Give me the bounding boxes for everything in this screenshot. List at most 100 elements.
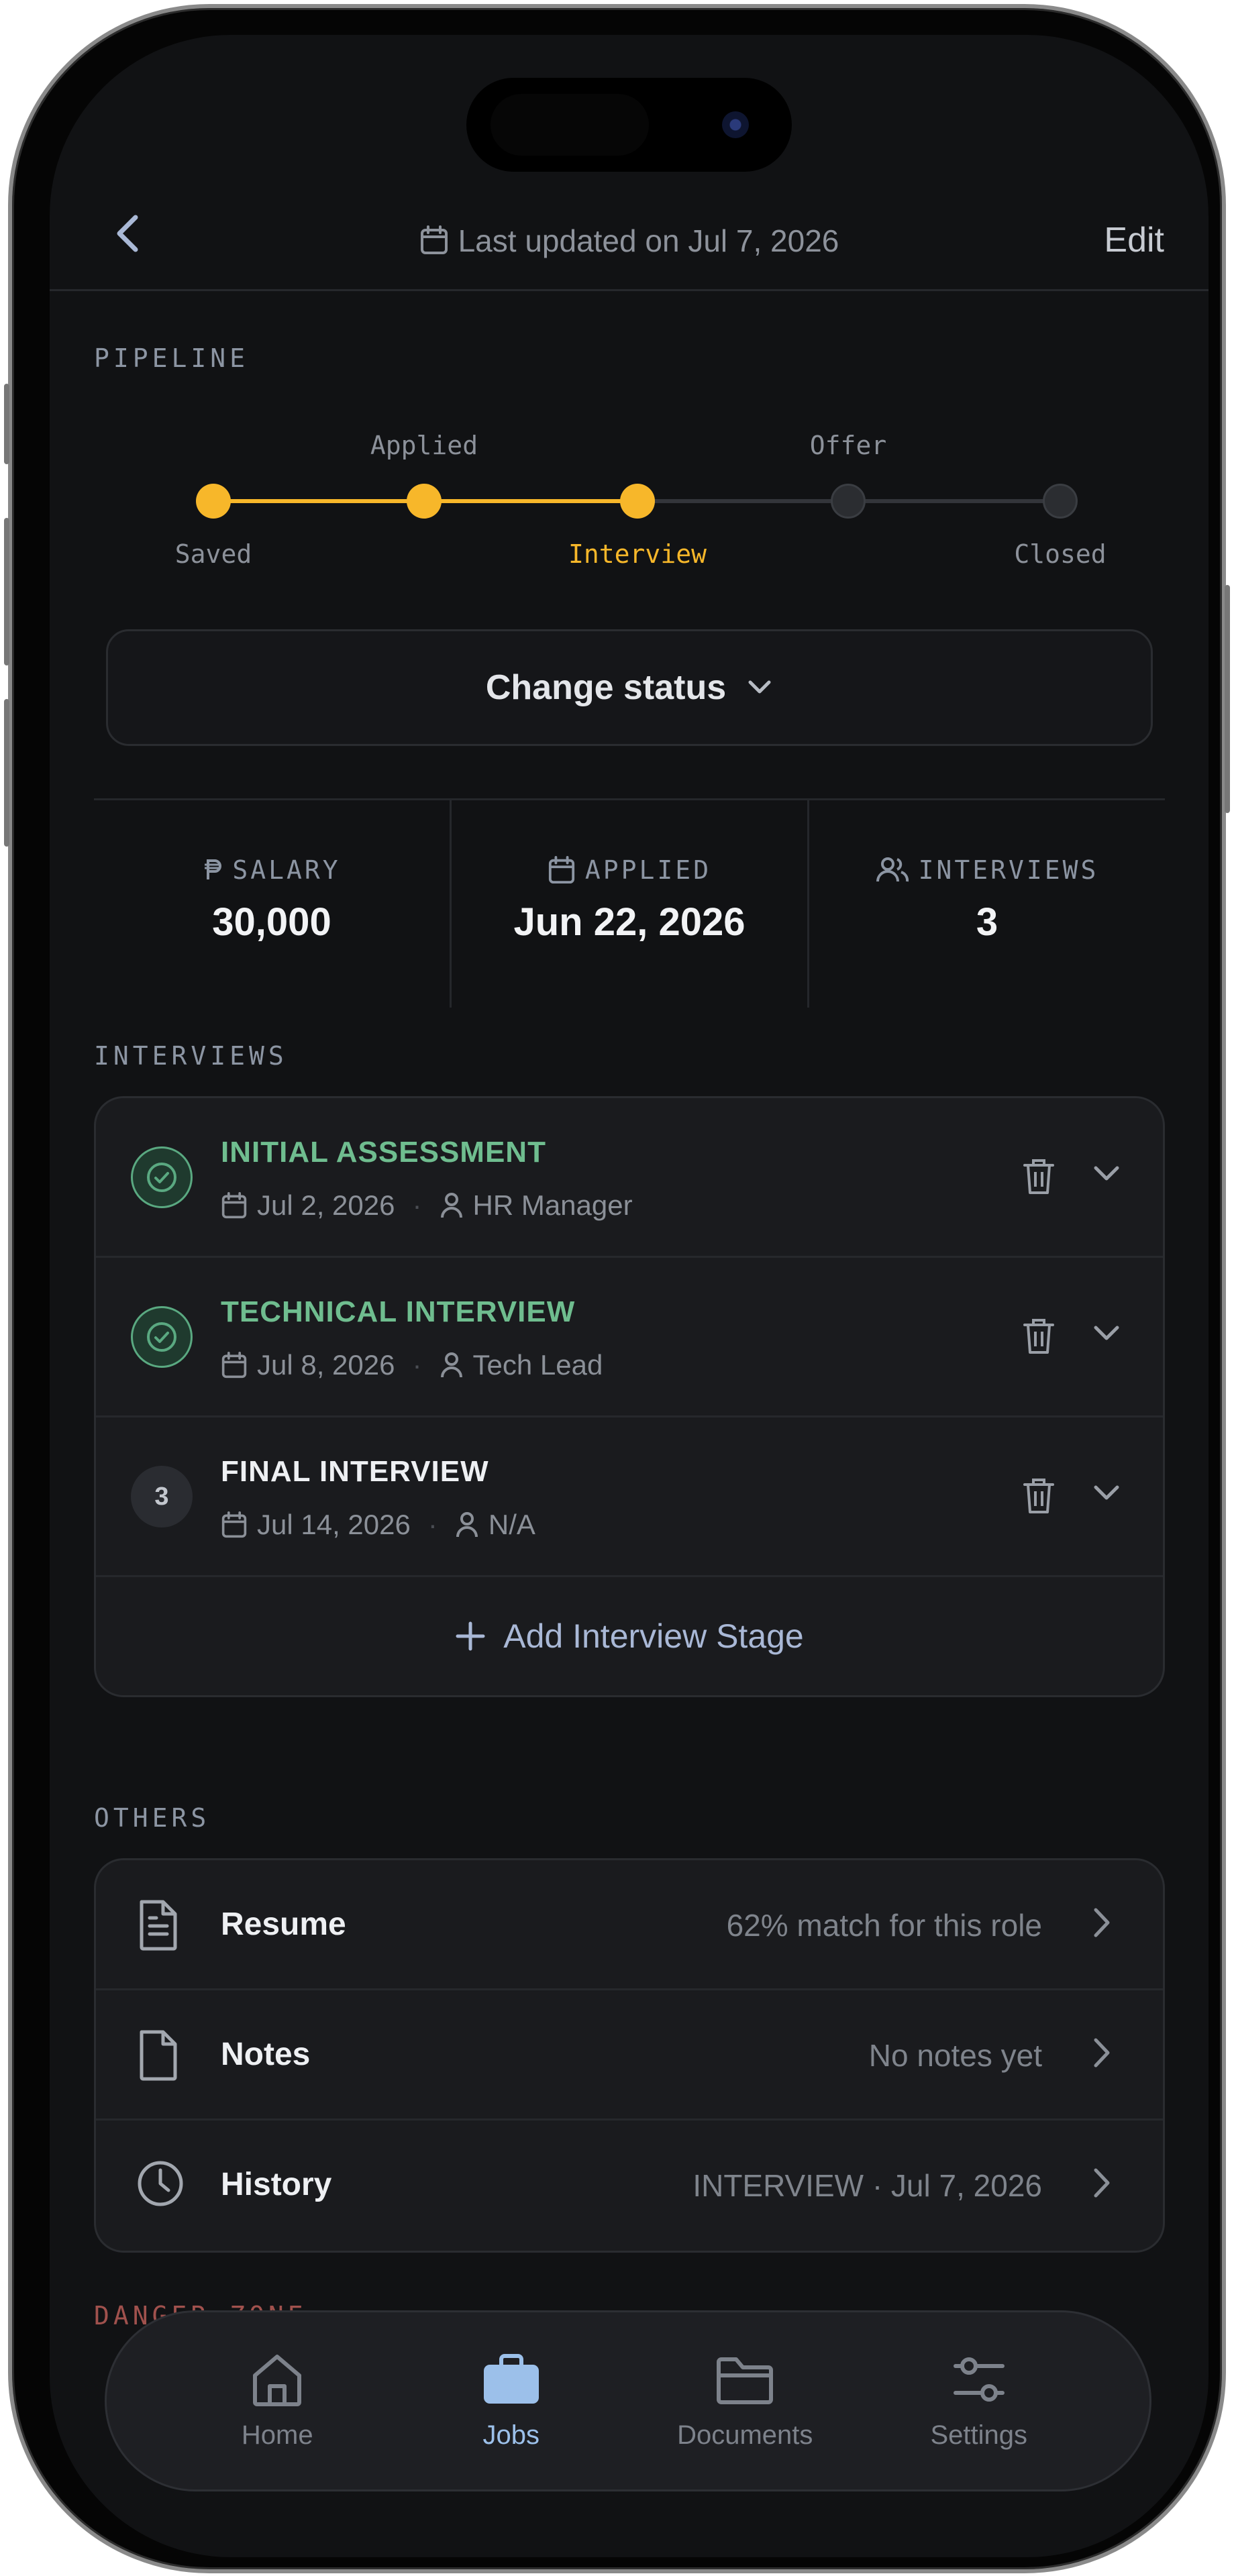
pipeline-label-offer: Offer xyxy=(809,431,887,460)
interviews-count: 3 xyxy=(976,900,998,944)
chevron-right-icon xyxy=(1092,1906,1112,1943)
person-icon xyxy=(456,1512,478,1538)
tab-home[interactable]: Home xyxy=(190,2351,364,2451)
delete-interview-button[interactable] xyxy=(1022,1317,1056,1359)
stage-number-badge: 3 xyxy=(131,1466,193,1527)
currency-icon xyxy=(205,859,222,879)
file-icon xyxy=(136,2029,181,2085)
notes-status: No notes yet xyxy=(868,2038,1042,2073)
stat-interviews: INTERVIEWS 3 xyxy=(807,800,1165,1008)
pipeline-label-closed: Closed xyxy=(1014,539,1107,569)
others-section-label: OTHERS xyxy=(94,1803,211,1833)
document-text-icon xyxy=(136,1899,181,1955)
trash-icon xyxy=(1023,1319,1054,1354)
others-item-history[interactable]: History INTERVIEW · Jul 7, 2026 xyxy=(96,2121,1163,2251)
bottom-tab-bar: Home Jobs Documents Settings xyxy=(105,2310,1151,2491)
chevron-down-icon xyxy=(748,680,771,694)
home-icon xyxy=(253,2355,302,2406)
pipeline-label-saved: Saved xyxy=(174,539,252,569)
interview-title: INITIAL ASSESSMENT xyxy=(221,1136,546,1169)
others-card: Resume 62% match for this role Notes No … xyxy=(94,1858,1165,2253)
interview-person: Tech Lead xyxy=(472,1349,603,1381)
change-status-button[interactable]: Change status xyxy=(106,629,1153,746)
power-button xyxy=(1225,585,1230,813)
last-updated: Last updated on Jul 7, 2026 xyxy=(50,223,1209,263)
check-circle-icon xyxy=(131,1306,193,1368)
chevron-down-icon xyxy=(1094,1326,1119,1340)
interview-person: HR Manager xyxy=(472,1189,633,1221)
pipeline-section-label: PIPELINE xyxy=(94,343,250,373)
add-interview-stage-label: Add Interview Stage xyxy=(503,1617,804,1655)
expand-interview-button[interactable] xyxy=(1092,1483,1121,1507)
trash-icon xyxy=(1023,1159,1054,1194)
calendar-icon xyxy=(221,1352,247,1379)
pipeline-node-saved[interactable] xyxy=(196,484,231,519)
screen: Last updated on Jul 7, 2026 Edit PIPELIN… xyxy=(50,35,1209,2557)
expand-interview-button[interactable] xyxy=(1092,1324,1121,1347)
applied-value: Jun 22, 2026 xyxy=(513,900,745,944)
interview-meta: Jul 2, 2026 · HR Manager xyxy=(221,1189,633,1222)
chevron-right-icon xyxy=(1092,2036,1112,2073)
top-bar: Last updated on Jul 7, 2026 Edit xyxy=(50,193,1209,291)
briefcase-icon xyxy=(483,2354,539,2404)
others-item-label: History xyxy=(221,2167,332,2202)
edit-button[interactable]: Edit xyxy=(1104,220,1164,260)
calendar-icon xyxy=(548,855,575,884)
side-button xyxy=(4,384,9,464)
check-circle-icon xyxy=(131,1146,193,1208)
plus-icon xyxy=(456,1621,485,1651)
tab-documents[interactable]: Documents xyxy=(658,2351,832,2451)
stat-applied: APPLIED Jun 22, 2026 xyxy=(450,800,807,1008)
interview-row[interactable]: TECHNICAL INTERVIEW Jul 8, 2026 · Tech L… xyxy=(96,1258,1163,1417)
clock-icon xyxy=(136,2159,185,2211)
interview-row[interactable]: INITIAL ASSESSMENT Jul 2, 2026 · HR Mana… xyxy=(96,1098,1163,1258)
volume-up-button xyxy=(4,518,9,665)
interview-meta: Jul 14, 2026 · N/A xyxy=(221,1509,535,1541)
others-item-label: Notes xyxy=(221,2037,311,2072)
delete-interview-button[interactable] xyxy=(1022,1157,1056,1199)
salary-value: 30,000 xyxy=(212,900,331,944)
stats-row: SALARY 30,000 APPLIED Jun 22, 2026 INTER… xyxy=(94,798,1165,1008)
expand-interview-button[interactable] xyxy=(1092,1164,1121,1187)
person-icon xyxy=(440,1352,462,1378)
calendar-icon xyxy=(221,1192,247,1219)
others-item-resume[interactable]: Resume 62% match for this role xyxy=(96,1860,1163,1990)
chevron-right-icon xyxy=(1092,2166,1112,2203)
interviews-card: INITIAL ASSESSMENT Jul 2, 2026 · HR Mana… xyxy=(94,1096,1165,1697)
interview-date: Jul 2, 2026 xyxy=(257,1189,395,1221)
dynamic-island xyxy=(466,78,792,172)
interview-date: Jul 14, 2026 xyxy=(257,1509,411,1540)
tab-jobs[interactable]: Jobs xyxy=(424,2351,599,2451)
volume-down-button xyxy=(4,699,9,847)
interviews-section-label: INTERVIEWS xyxy=(94,1041,288,1071)
history-summary: INTERVIEW · Jul 7, 2026 xyxy=(692,2168,1042,2203)
chevron-down-icon xyxy=(1094,1166,1119,1181)
interview-meta: Jul 8, 2026 · Tech Lead xyxy=(221,1349,603,1381)
pipeline-label-applied: Applied xyxy=(370,431,478,460)
others-item-notes[interactable]: Notes No notes yet xyxy=(96,1990,1163,2121)
pipeline-node-closed[interactable] xyxy=(1043,484,1078,519)
delete-interview-button[interactable] xyxy=(1022,1477,1056,1519)
chevron-down-icon xyxy=(1094,1485,1119,1500)
add-interview-stage-button[interactable]: Add Interview Stage xyxy=(96,1577,1163,1695)
calendar-icon xyxy=(419,225,449,263)
interview-date: Jul 8, 2026 xyxy=(257,1349,395,1381)
tab-settings[interactable]: Settings xyxy=(892,2351,1066,2451)
calendar-icon xyxy=(221,1511,247,1538)
interview-row[interactable]: 3 FINAL INTERVIEW Jul 14, 2026 · N/A xyxy=(96,1417,1163,1577)
person-icon xyxy=(440,1193,462,1218)
interview-title: FINAL INTERVIEW xyxy=(221,1455,489,1488)
camera-icon xyxy=(722,111,749,138)
phone-frame: Last updated on Jul 7, 2026 Edit PIPELIN… xyxy=(4,4,1230,2573)
stat-salary: SALARY 30,000 xyxy=(94,800,450,1008)
pipeline-node-applied[interactable] xyxy=(407,484,442,519)
pipeline-node-offer[interactable] xyxy=(831,484,866,519)
change-status-label: Change status xyxy=(485,668,727,707)
pipeline-label-interview: Interview xyxy=(568,539,707,569)
pipeline-node-interview[interactable] xyxy=(620,484,655,519)
sliders-icon xyxy=(953,2357,1005,2402)
others-item-label: Resume xyxy=(221,1907,346,1942)
resume-match: 62% match for this role xyxy=(726,1908,1042,1943)
interview-title: TECHNICAL INTERVIEW xyxy=(221,1295,576,1328)
interview-person: N/A xyxy=(488,1509,535,1540)
